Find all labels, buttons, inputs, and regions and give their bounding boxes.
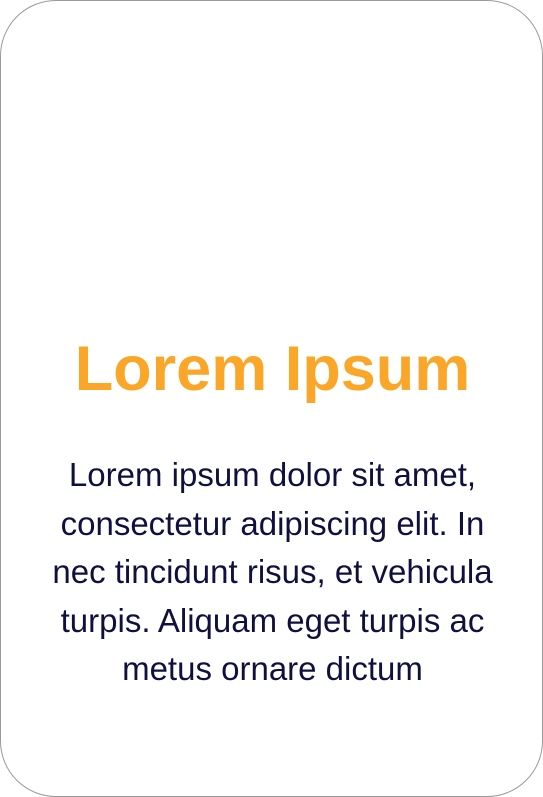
card-title: Lorem Ipsum: [74, 334, 471, 404]
card-body-text: Lorem ipsum dolor sit amet, consectetur …: [52, 456, 493, 687]
content-card: Lorem Ipsum Lorem ipsum dolor sit amet, …: [0, 0, 543, 797]
